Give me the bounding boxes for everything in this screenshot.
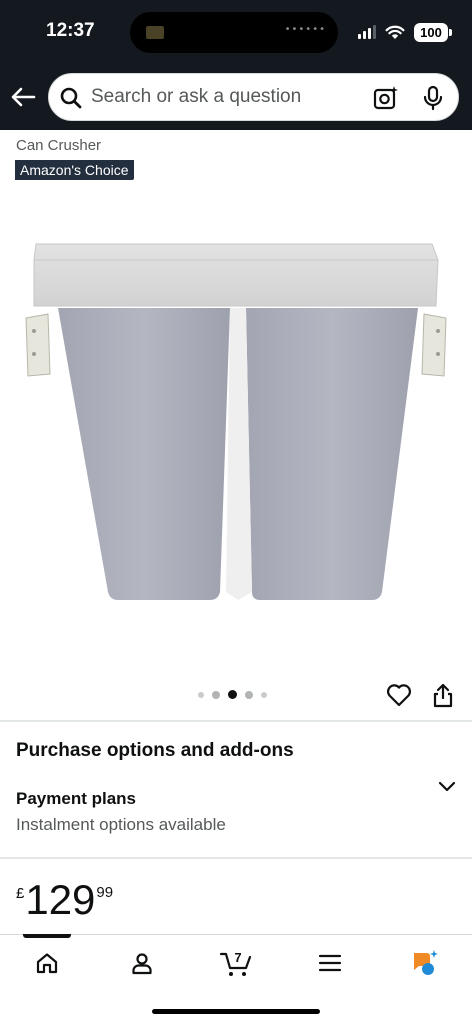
home-indicator bbox=[152, 1009, 320, 1014]
nav-cart[interactable]: 7 bbox=[218, 947, 254, 979]
payment-plans-subtitle: Instalment options available bbox=[16, 815, 226, 834]
carousel-dot[interactable] bbox=[245, 690, 253, 699]
nav-menu[interactable] bbox=[313, 947, 347, 979]
carousel-dot[interactable] bbox=[261, 691, 267, 698]
search-icon bbox=[60, 87, 82, 109]
product-title-fragment[interactable]: Can Crusher bbox=[16, 137, 101, 154]
status-time: 12:37 bbox=[46, 20, 95, 41]
payment-plans-label[interactable]: Payment plans bbox=[16, 789, 136, 809]
wifi-icon bbox=[385, 25, 405, 39]
nav-account[interactable] bbox=[125, 947, 159, 979]
island-activity-icon bbox=[146, 26, 164, 39]
camera-lens-icon[interactable] bbox=[373, 85, 399, 111]
menu-icon bbox=[318, 954, 342, 972]
dynamic-island: •••••• bbox=[130, 12, 338, 53]
rufus-assistant-icon bbox=[414, 950, 438, 975]
carousel-dot-active[interactable] bbox=[228, 690, 237, 699]
product-image[interactable] bbox=[20, 236, 452, 610]
section-divider bbox=[0, 857, 472, 859]
search-bar[interactable]: Search or ask a question bbox=[48, 73, 459, 121]
back-arrow-icon[interactable] bbox=[8, 82, 38, 112]
price: £ 129 99 bbox=[16, 876, 113, 924]
cart-count: 7 bbox=[234, 950, 241, 965]
microphone-icon[interactable] bbox=[421, 85, 445, 111]
heart-icon[interactable] bbox=[386, 683, 412, 707]
cart-icon: 7 bbox=[219, 950, 252, 976]
chevron-down-icon[interactable] bbox=[437, 779, 457, 793]
app-header: 12:37 •••••• 100 Search or ask a questio… bbox=[0, 0, 472, 130]
active-tab-indicator bbox=[23, 934, 71, 938]
nav-home[interactable] bbox=[30, 947, 64, 979]
share-icon[interactable] bbox=[432, 682, 454, 708]
status-indicators: 100 bbox=[358, 21, 452, 43]
image-carousel-dots[interactable] bbox=[198, 690, 267, 699]
home-icon bbox=[36, 953, 58, 974]
purchase-options-heading: Purchase options and add-ons bbox=[16, 740, 294, 761]
battery-icon: 100 bbox=[414, 22, 452, 42]
search-input[interactable]: Search or ask a question bbox=[91, 74, 301, 120]
nav-rufus-assistant[interactable] bbox=[408, 947, 442, 979]
island-indicator-icon: •••••• bbox=[284, 24, 326, 35]
cellular-signal-icon bbox=[358, 25, 376, 39]
carousel-dot[interactable] bbox=[212, 690, 220, 699]
carousel-dot[interactable] bbox=[198, 691, 204, 698]
price-symbol: £ bbox=[16, 885, 25, 902]
price-fraction: 99 bbox=[96, 884, 114, 901]
amazons-choice-badge: Amazon's Choice bbox=[15, 160, 134, 180]
price-whole: 129 bbox=[25, 876, 96, 923]
section-divider bbox=[0, 720, 472, 722]
account-icon bbox=[132, 953, 152, 975]
